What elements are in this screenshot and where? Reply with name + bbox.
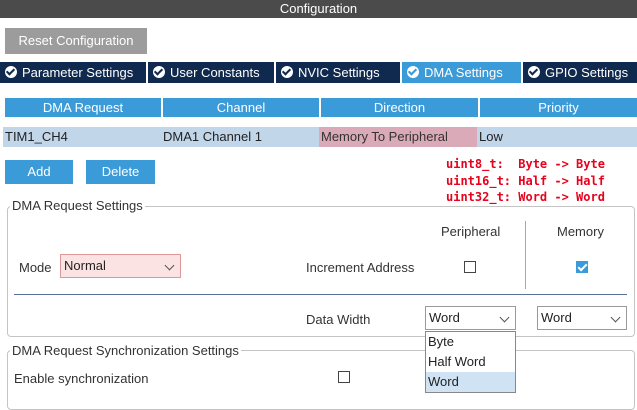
check-circle-icon <box>153 66 165 78</box>
window-title: Configuration <box>0 0 637 18</box>
annotation-note: uint8_t: Byte -> Byte <box>446 157 605 171</box>
tab-label: User Constants <box>170 65 260 80</box>
annotation-note: uint16_t: Half -> Half <box>446 174 605 188</box>
enable-synchronization-label: Enable synchronization <box>14 371 149 386</box>
table-cell-request[interactable]: TIM1_CH4 <box>3 127 161 147</box>
check-circle-icon <box>528 66 540 78</box>
annotation-note: uint32_t: Word -> Word <box>446 190 605 204</box>
check-circle-icon <box>407 66 419 78</box>
memory-increment-checkbox[interactable] <box>576 261 588 273</box>
tab-gpio-settings[interactable]: GPIO Settings <box>523 62 637 83</box>
column-header-priority[interactable]: Priority <box>480 98 637 117</box>
tab-user-constants[interactable]: User Constants <box>148 62 274 83</box>
data-width-label: Data Width <box>306 312 371 327</box>
chevron-down-icon <box>164 260 175 271</box>
tab-nvic-settings[interactable]: NVIC Settings <box>276 62 400 83</box>
peripheral-data-width-value: Word <box>429 310 460 325</box>
memory-column-label: Memory <box>557 224 604 239</box>
delete-button[interactable]: Delete <box>86 160 155 184</box>
peripheral-data-width-select[interactable]: Word <box>425 306 516 330</box>
column-header-channel[interactable]: Channel <box>163 98 319 117</box>
check-circle-icon <box>5 66 17 78</box>
table-cell-direction[interactable]: Memory To Peripheral <box>319 127 477 147</box>
mode-select-value: Normal <box>64 258 106 273</box>
column-divider <box>525 221 526 289</box>
group-legend: DMA Request Settings <box>10 198 145 213</box>
table-cell-priority[interactable]: Low <box>477 127 637 147</box>
column-header-direction[interactable]: Direction <box>321 98 478 117</box>
enable-synchronization-checkbox[interactable] <box>338 371 350 383</box>
mode-label: Mode <box>19 260 52 275</box>
dropdown-option-half-word[interactable]: Half Word <box>426 352 515 372</box>
chevron-down-icon <box>499 312 510 323</box>
tab-label: GPIO Settings <box>545 65 629 80</box>
tab-label: Parameter Settings <box>22 65 134 80</box>
dropdown-option-byte[interactable]: Byte <box>426 332 515 352</box>
peripheral-column-label: Peripheral <box>441 224 501 239</box>
check-circle-icon <box>281 66 293 78</box>
increment-address-label: Increment Address <box>306 260 415 275</box>
reset-configuration-button[interactable]: Reset Configuration <box>5 28 147 54</box>
mode-select[interactable]: Normal <box>60 254 181 278</box>
memory-data-width-value: Word <box>541 310 572 325</box>
peripheral-increment-checkbox[interactable] <box>464 261 476 273</box>
separator <box>14 294 627 295</box>
tab-parameter-settings[interactable]: Parameter Settings <box>0 62 146 83</box>
column-header-dma-request[interactable]: DMA Request <box>5 98 161 117</box>
tab-label: DMA Settings <box>424 65 503 80</box>
table-cell-channel[interactable]: DMA1 Channel 1 <box>161 127 319 147</box>
dropdown-option-word[interactable]: Word <box>426 372 515 392</box>
tab-dma-settings[interactable]: DMA Settings <box>402 62 521 83</box>
tab-label: NVIC Settings <box>298 65 380 80</box>
chevron-down-icon <box>610 312 621 323</box>
add-button[interactable]: Add <box>5 160 73 184</box>
memory-data-width-select[interactable]: Word <box>537 306 627 330</box>
group-legend: DMA Request Synchronization Settings <box>10 343 241 358</box>
